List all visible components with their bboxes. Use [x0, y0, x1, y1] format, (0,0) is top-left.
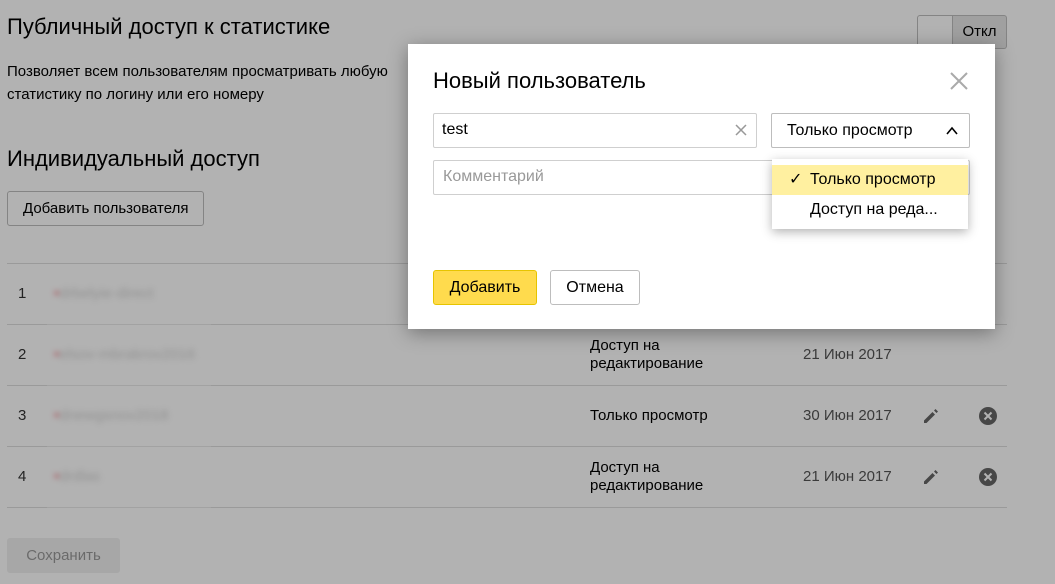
- menu-item-view-only[interactable]: ✓ Только просмотр: [772, 165, 968, 195]
- menu-item-label: Доступ на реда...: [810, 201, 938, 218]
- access-level-select[interactable]: Только просмотр: [771, 113, 970, 148]
- menu-item-label: Только просмотр: [810, 171, 936, 188]
- add-button[interactable]: Добавить: [433, 270, 537, 305]
- user-login-input[interactable]: [434, 114, 730, 145]
- menu-item-edit-access[interactable]: Доступ на реда...: [772, 195, 968, 225]
- clear-icon[interactable]: [734, 123, 748, 137]
- close-icon[interactable]: [946, 68, 972, 94]
- user-input-wrapper: [433, 113, 757, 148]
- cancel-button[interactable]: Отмена: [550, 270, 640, 305]
- dialog-title: Новый пользователь: [433, 68, 646, 93]
- access-level-menu: ✓ Только просмотр Доступ на реда...: [772, 159, 968, 229]
- access-level-value: Только просмотр: [787, 122, 913, 139]
- check-icon: ✓: [789, 171, 803, 188]
- chevron-up-icon: [946, 126, 958, 135]
